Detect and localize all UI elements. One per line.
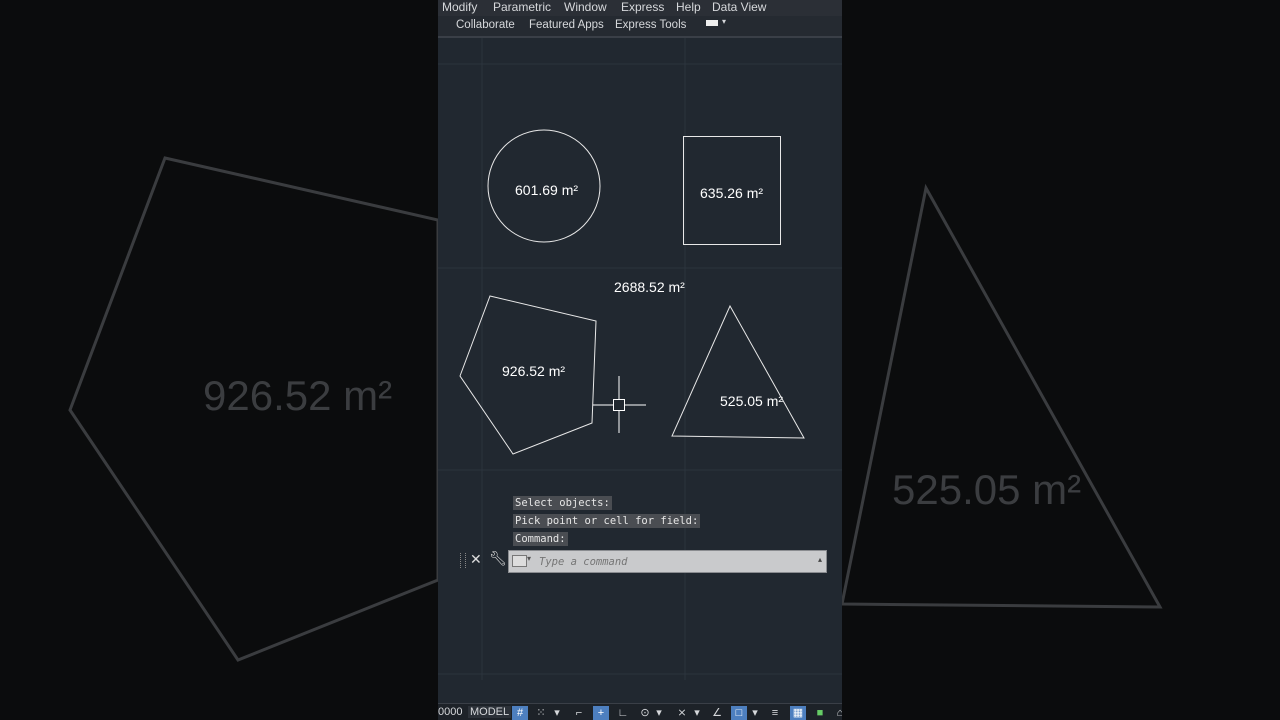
ghost-triangle-label: 525.05 m² (892, 466, 1082, 513)
snap-icon[interactable]: ⁙ (533, 706, 549, 720)
triangle-area-label: 525.05 m² (720, 393, 784, 409)
command-history-line: Pick point or cell for field: (513, 514, 701, 528)
drag-handle-icon[interactable] (460, 553, 466, 568)
chevron-up-icon[interactable]: ▴ (818, 555, 822, 564)
chevron-down-icon[interactable]: ▾ (692, 706, 702, 720)
square-area-label: 635.26 m² (700, 185, 764, 201)
autocad-window: Modify Parametric Window Express Help Da… (438, 0, 842, 720)
close-icon[interactable]: ✕ (470, 551, 482, 568)
pentagon-ghost (68, 156, 438, 662)
drawing-canvas[interactable]: 601.69 m² 635.26 m² 2688.52 m² 926.52 m²… (438, 38, 842, 680)
pentagon-area-label: 926.52 m² (502, 363, 566, 379)
tab-featured-apps[interactable]: Featured Apps (529, 19, 604, 31)
blurred-background-right: 525.05 m² (842, 0, 1280, 720)
ribbon-tabs: Collaborate Featured Apps Express Tools … (438, 16, 842, 38)
chevron-down-icon[interactable]: ▾ (552, 706, 562, 720)
menu-parametric[interactable]: Parametric (493, 0, 551, 15)
lock-icon[interactable]: ⌂ (832, 706, 842, 720)
selection-cycling-icon[interactable]: ■ (812, 706, 828, 720)
blurred-background-left: 926.52 m² (0, 0, 438, 720)
drawing-geometry (438, 38, 842, 680)
terminal-icon[interactable] (512, 555, 527, 567)
command-history-line: Select objects: (513, 496, 612, 510)
menu-window[interactable]: Window (564, 0, 607, 15)
object-snap-icon[interactable]: □ (731, 706, 747, 720)
lineweight-icon[interactable]: ≡ (767, 706, 783, 720)
grid-icon[interactable]: # (512, 706, 528, 720)
ortho-icon[interactable]: ∟ (615, 706, 631, 720)
total-area-label: 2688.52 m² (614, 279, 685, 295)
command-input[interactable] (537, 553, 801, 571)
ghost-pentagon-label: 926.52 m² (203, 372, 393, 419)
ribbon-toggle-icon[interactable] (706, 20, 718, 26)
menu-help[interactable]: Help (676, 0, 701, 15)
polar-tracking-icon[interactable]: ⊙ (637, 706, 653, 720)
tab-express-tools[interactable]: Express Tools (615, 19, 686, 31)
wrench-icon[interactable]: 🔧︎ (489, 550, 507, 567)
command-history-line: Command: (513, 532, 568, 546)
menu-bar: Modify Parametric Window Express Help Da… (438, 0, 842, 16)
chevron-down-icon[interactable]: ▾ (722, 17, 726, 26)
menu-data-view[interactable]: Data View (712, 0, 766, 15)
object-snap-tracking-icon[interactable]: ∠ (709, 706, 725, 720)
circle-area-label: 601.69 m² (515, 182, 579, 198)
dynamic-input-icon[interactable]: + (593, 706, 609, 720)
model-space-button[interactable]: MODEL (468, 706, 512, 718)
isometric-icon[interactable]: ⨯ (674, 706, 690, 720)
coordinates-readout: 0000 (438, 706, 463, 718)
tab-collaborate[interactable]: Collaborate (456, 19, 515, 31)
crosshair-cursor (593, 376, 646, 433)
command-line: ✕ 🔧︎ ▾ ▴ (458, 550, 828, 573)
status-bar: 0000 MODEL # ⁙ ▾ ⌐ + ∟ ⊙ ▾ ⨯ ▾ ∠ □ ▾ ≡ ▦… (438, 703, 842, 720)
transparency-icon[interactable]: ▦ (790, 706, 806, 720)
chevron-down-icon[interactable]: ▾ (654, 706, 664, 720)
triangle-shape (671, 304, 805, 439)
triangle-ghost (842, 183, 1163, 609)
chevron-down-icon[interactable]: ▾ (750, 706, 760, 720)
command-input-box[interactable]: ▾ ▴ (508, 550, 827, 573)
menu-modify[interactable]: Modify (442, 0, 477, 15)
chevron-down-icon[interactable]: ▾ (527, 554, 531, 563)
menu-express[interactable]: Express (621, 0, 664, 15)
infer-constraints-icon[interactable]: ⌐ (571, 706, 587, 720)
